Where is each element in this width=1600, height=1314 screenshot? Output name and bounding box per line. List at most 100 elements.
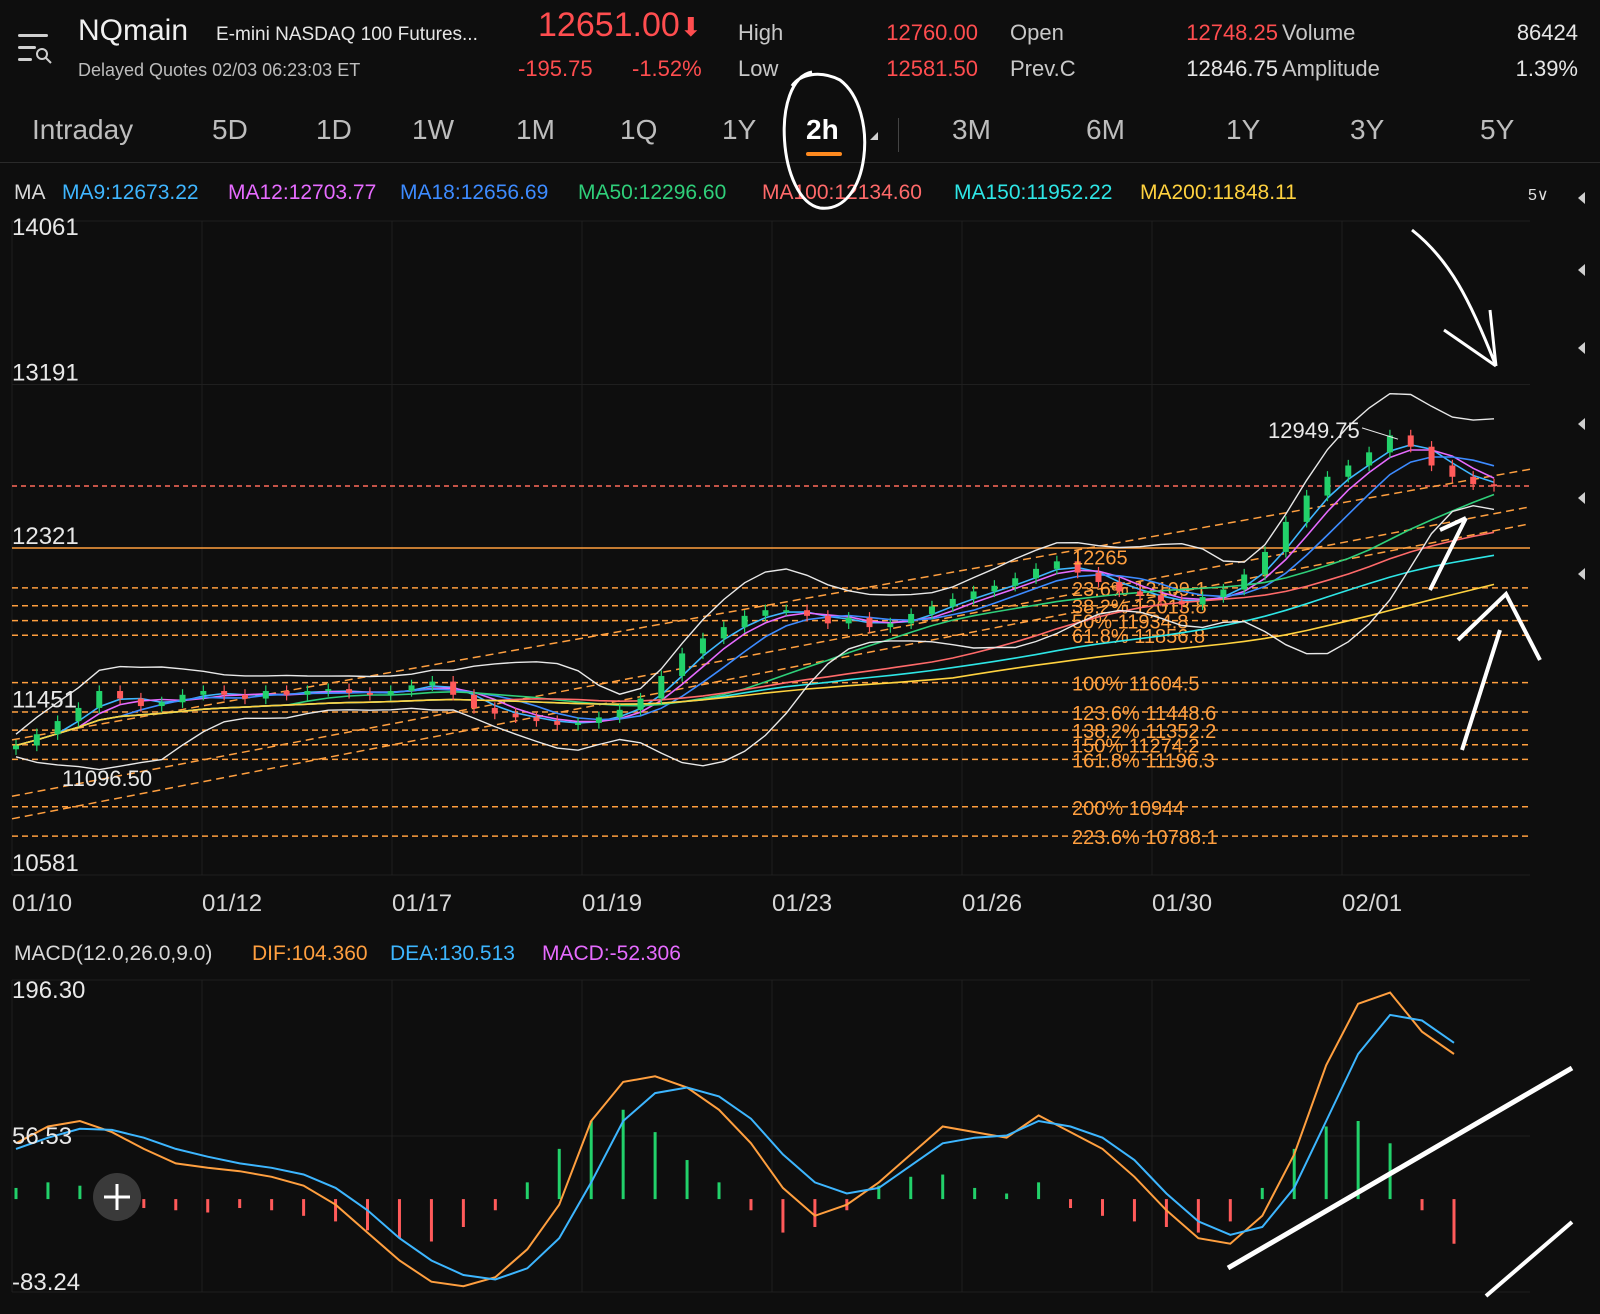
x-axis-tick: 01/19 <box>582 890 642 917</box>
candle-body <box>512 713 519 718</box>
candle-body <box>1220 589 1227 598</box>
sidebar-collapse-icon[interactable] <box>1578 568 1585 580</box>
ma150-label: MA150:11952.22 <box>954 181 1113 204</box>
macd-y-axis-tick: 56.53 <box>12 1123 72 1150</box>
high-value: 12760.00 <box>886 20 978 45</box>
candle-body <box>96 691 103 708</box>
tab-intraday[interactable]: Intraday <box>32 114 133 146</box>
tab-1m[interactable]: 1M <box>516 114 555 146</box>
y-axis-tick: 11451 <box>12 687 77 714</box>
candle-body <box>1012 578 1019 586</box>
macd-dea-label: DEA:130.513 <box>390 942 515 965</box>
macd-dif-line <box>15 991 1455 1288</box>
tab-5y[interactable]: 5Y <box>1480 114 1514 146</box>
menu-search-icon[interactable] <box>18 34 52 66</box>
x-axis-tick: 01/12 <box>202 890 262 917</box>
x-axis-tick: 01/30 <box>1152 890 1212 917</box>
candle-body <box>1116 582 1123 592</box>
candle-body <box>1345 465 1352 477</box>
candle-body <box>1282 521 1289 552</box>
candle-body <box>179 694 186 703</box>
price-chart[interactable]: 23.6% 12109.138.2% 12013.850% 11934.861.… <box>0 205 1560 925</box>
symbol-full-name: E-mini NASDAQ 100 Futures... <box>216 24 478 45</box>
macd-dif-label: DIF:104.360 <box>252 942 368 965</box>
sidebar-collapse-icon[interactable] <box>1578 492 1585 504</box>
tab-1q[interactable]: 1Q <box>620 114 657 146</box>
last-price: 12651.00⬇ <box>538 6 702 44</box>
sidebar-collapse-icon[interactable] <box>1578 418 1585 430</box>
ma-period-button[interactable]: 5∨ <box>1528 185 1549 205</box>
quote-header: NQmain E-mini NASDAQ 100 Futures... Dela… <box>0 0 1600 100</box>
open-label: Open <box>1010 20 1064 45</box>
candle-body <box>54 721 61 735</box>
fib-level-label: 100% 11604.5 <box>1072 674 1200 696</box>
candle-body <box>928 606 935 614</box>
candle-body <box>450 681 457 695</box>
y-axis-tick: 14061 <box>12 214 79 241</box>
low-label: Low <box>738 56 779 81</box>
high-label: High <box>738 20 784 45</box>
candle-body <box>1428 446 1435 466</box>
fib-level-label: 200% 10944 <box>1072 798 1184 820</box>
moving-average-line <box>15 583 1495 747</box>
y-axis-tick: 13191 <box>12 360 79 387</box>
candle-body <box>804 610 811 616</box>
candle-body <box>1095 572 1102 583</box>
tab-2h[interactable]: 2h <box>806 114 839 146</box>
candle-body <box>1324 476 1331 496</box>
candle-body <box>1053 561 1060 569</box>
candle-body <box>866 617 873 628</box>
candle-body <box>699 638 706 654</box>
volume-label: Volume <box>1282 20 1356 45</box>
period-tabs: Intraday 5D 1D 1W 1M 1Q 1Y 2h 3M 6M 1Y 3… <box>0 104 1600 163</box>
candle-body <box>720 627 727 639</box>
moving-average-line <box>15 449 1495 747</box>
tab-1y-intraday[interactable]: 1Y <box>722 114 756 146</box>
down-arrow-icon: ⬇ <box>679 12 702 42</box>
candle-body <box>824 615 831 624</box>
macd-title: MACD(12.0,26.0,9.0) <box>14 942 213 965</box>
delayed-quote-time: Delayed Quotes 02/03 06:23:03 ET <box>78 60 361 80</box>
dropdown-caret-icon[interactable] <box>868 130 880 142</box>
candle-body <box>845 617 852 624</box>
candle-body <box>1491 484 1497 487</box>
macd-y-axis-tick: 196.30 <box>12 977 85 1004</box>
candle-body <box>1241 574 1248 590</box>
candle-body <box>1157 595 1164 601</box>
candle-body <box>783 610 790 613</box>
high-annotation: 12949.75 <box>1268 418 1360 443</box>
x-axis-tick: 01/26 <box>962 890 1022 917</box>
candle-body <box>1033 568 1040 579</box>
sidebar-collapse-icon[interactable] <box>1578 264 1585 276</box>
prev-close-label: Prev.C <box>1010 56 1076 81</box>
tab-1y[interactable]: 1Y <box>1226 114 1260 146</box>
ma50-label: MA50:12296.60 <box>578 181 727 204</box>
tab-6m[interactable]: 6M <box>1086 114 1125 146</box>
high-annotation-pointer <box>1361 427 1399 440</box>
crosshair-add-icon[interactable] <box>92 1172 142 1222</box>
candle-body <box>200 691 207 695</box>
x-axis-tick: 01/10 <box>12 890 72 917</box>
candle-body <box>949 598 956 607</box>
tab-3y[interactable]: 3Y <box>1350 114 1384 146</box>
low-annotation: 11096.50 <box>62 766 152 791</box>
tab-1w[interactable]: 1W <box>412 114 454 146</box>
candle-body <box>366 692 373 695</box>
tab-1d[interactable]: 1D <box>316 114 352 146</box>
sidebar-collapse-icon[interactable] <box>1578 192 1585 204</box>
tab-3m[interactable]: 3M <box>952 114 991 146</box>
tab-5d[interactable]: 5D <box>212 114 248 146</box>
macd-chart[interactable]: 196.30 56.53 -83.24 <box>0 970 1560 1308</box>
y-axis-tick: 10581 <box>12 850 79 877</box>
candle-body <box>346 689 353 693</box>
candle-body <box>658 675 665 699</box>
symbol[interactable]: NQmain <box>78 14 188 48</box>
y-axis-tick: 12321 <box>12 523 79 550</box>
ma18-label: MA18:12656.69 <box>400 181 549 204</box>
x-axis-tick: 01/17 <box>392 890 452 917</box>
open-value: 12748.25 <box>1186 20 1278 45</box>
active-tab-indicator <box>806 152 842 156</box>
candle-body <box>970 591 977 599</box>
candle-body <box>1449 465 1456 477</box>
sidebar-collapse-icon[interactable] <box>1578 342 1585 354</box>
